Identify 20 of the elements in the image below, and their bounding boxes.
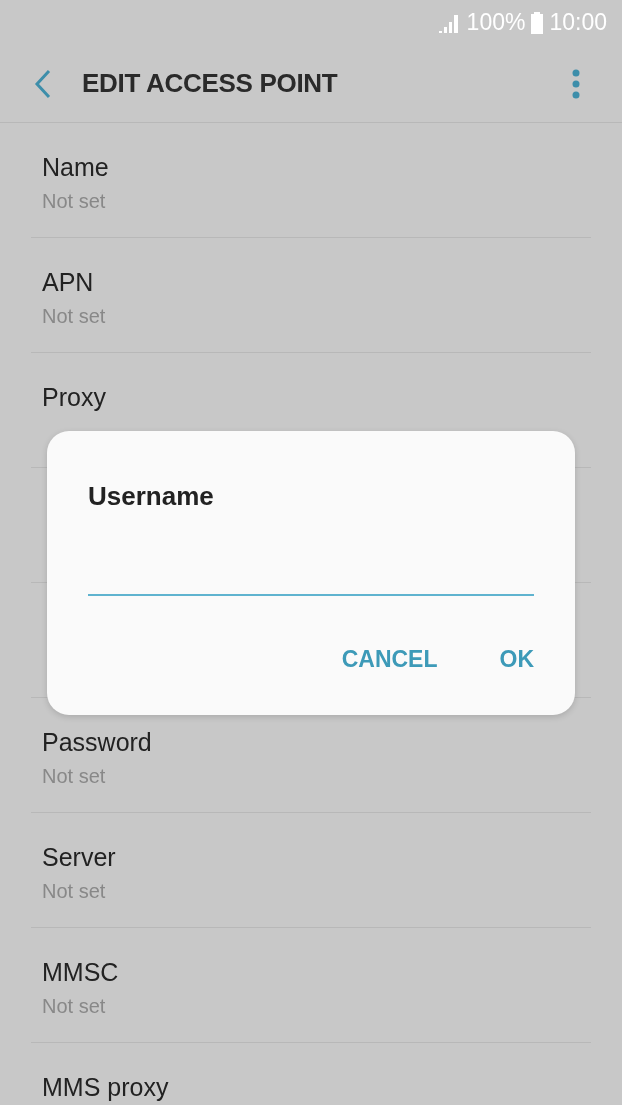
setting-value: Not set	[42, 764, 106, 788]
more-options-button[interactable]	[572, 68, 580, 99]
setting-title[interactable]: APN	[42, 268, 94, 296]
battery-icon	[531, 11, 544, 34]
setting-value: Not set	[42, 879, 106, 903]
more-icon	[572, 68, 580, 99]
setting-value: Not set	[42, 189, 106, 213]
setting-title[interactable]: MMS proxy	[42, 1073, 169, 1101]
back-button[interactable]	[34, 68, 52, 99]
setting-value: Not set	[42, 994, 106, 1018]
setting-title[interactable]: Password	[42, 728, 152, 756]
setting-title[interactable]: Name	[42, 153, 109, 181]
signal-icon	[436, 12, 461, 33]
setting-title[interactable]: Proxy	[42, 383, 106, 411]
setting-title[interactable]: MMSC	[42, 958, 119, 986]
back-icon	[34, 68, 52, 99]
dialog-title: Username	[88, 481, 214, 512]
setting-title[interactable]: Server	[42, 843, 116, 871]
screen-title: EDIT ACCESS POINT	[82, 68, 339, 99]
setting-value: Not set	[42, 304, 106, 328]
